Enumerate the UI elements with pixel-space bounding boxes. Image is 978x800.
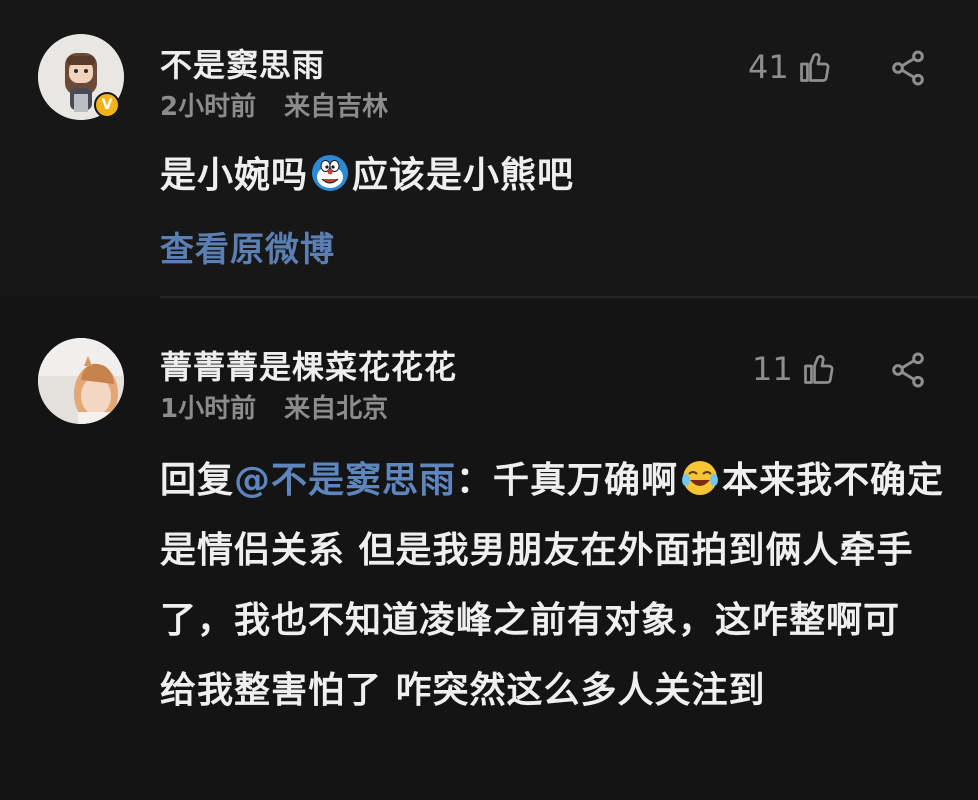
username[interactable]: 不是窦思雨	[160, 40, 325, 86]
avatar-image	[38, 338, 124, 424]
comment-time: 1小时前	[160, 394, 257, 424]
comment-text-part: 是小婉吗	[160, 155, 309, 196]
thumbs-up-icon	[803, 355, 834, 384]
comment-meta: 2小时前 来自吉林	[160, 86, 388, 123]
comment-text-part: ：千真万确啊	[456, 460, 679, 501]
avatar[interactable]	[38, 338, 124, 424]
reply-prefix: 回复	[160, 460, 235, 501]
comment-text: 是小婉吗 应该是小熊吧	[160, 146, 950, 198]
comment-text: 回复@不是窦思雨：千真万确啊 本来我不确定是情侣关系 但是我男朋友在外面拍到俩人…	[160, 446, 950, 726]
laugh-cry-emoji-icon	[682, 461, 719, 495]
thumbs-up-icon	[799, 53, 830, 82]
comment-text-part: 应该是小熊吧	[352, 155, 575, 196]
comment-location: 来自吉林	[284, 92, 389, 122]
doraemon-emoji-icon	[312, 155, 349, 191]
mention-link[interactable]: @不是窦思雨	[234, 460, 456, 501]
verified-badge-icon: V	[94, 92, 120, 118]
comment-page: V 不是窦思雨 2小时前 来自吉林 41 是小婉吗 应该是小熊吧 查看原微博 菁…	[0, 0, 978, 800]
comment-meta: 1小时前 来自北京	[160, 388, 388, 425]
like-button[interactable]: 41	[748, 48, 833, 86]
view-original-link[interactable]: 查看原微博	[160, 222, 335, 271]
like-button[interactable]: 11	[752, 350, 837, 388]
like-count: 41	[748, 48, 789, 86]
comment-item: V 不是窦思雨 2小时前 来自吉林 41 是小婉吗 应该是小熊吧 查看原微博	[0, 0, 978, 296]
comment-item: 菁菁菁是棵菜花花花 1小时前 来自北京 11 回复@不是窦思雨：千真万确啊 本来…	[0, 298, 978, 800]
comment-time: 2小时前	[160, 92, 257, 122]
username[interactable]: 菁菁菁是棵菜花花花	[160, 342, 457, 388]
share-icon[interactable]	[888, 48, 928, 88]
comment-location: 来自北京	[284, 394, 389, 424]
like-count: 11	[752, 350, 793, 388]
share-icon[interactable]	[888, 350, 928, 390]
